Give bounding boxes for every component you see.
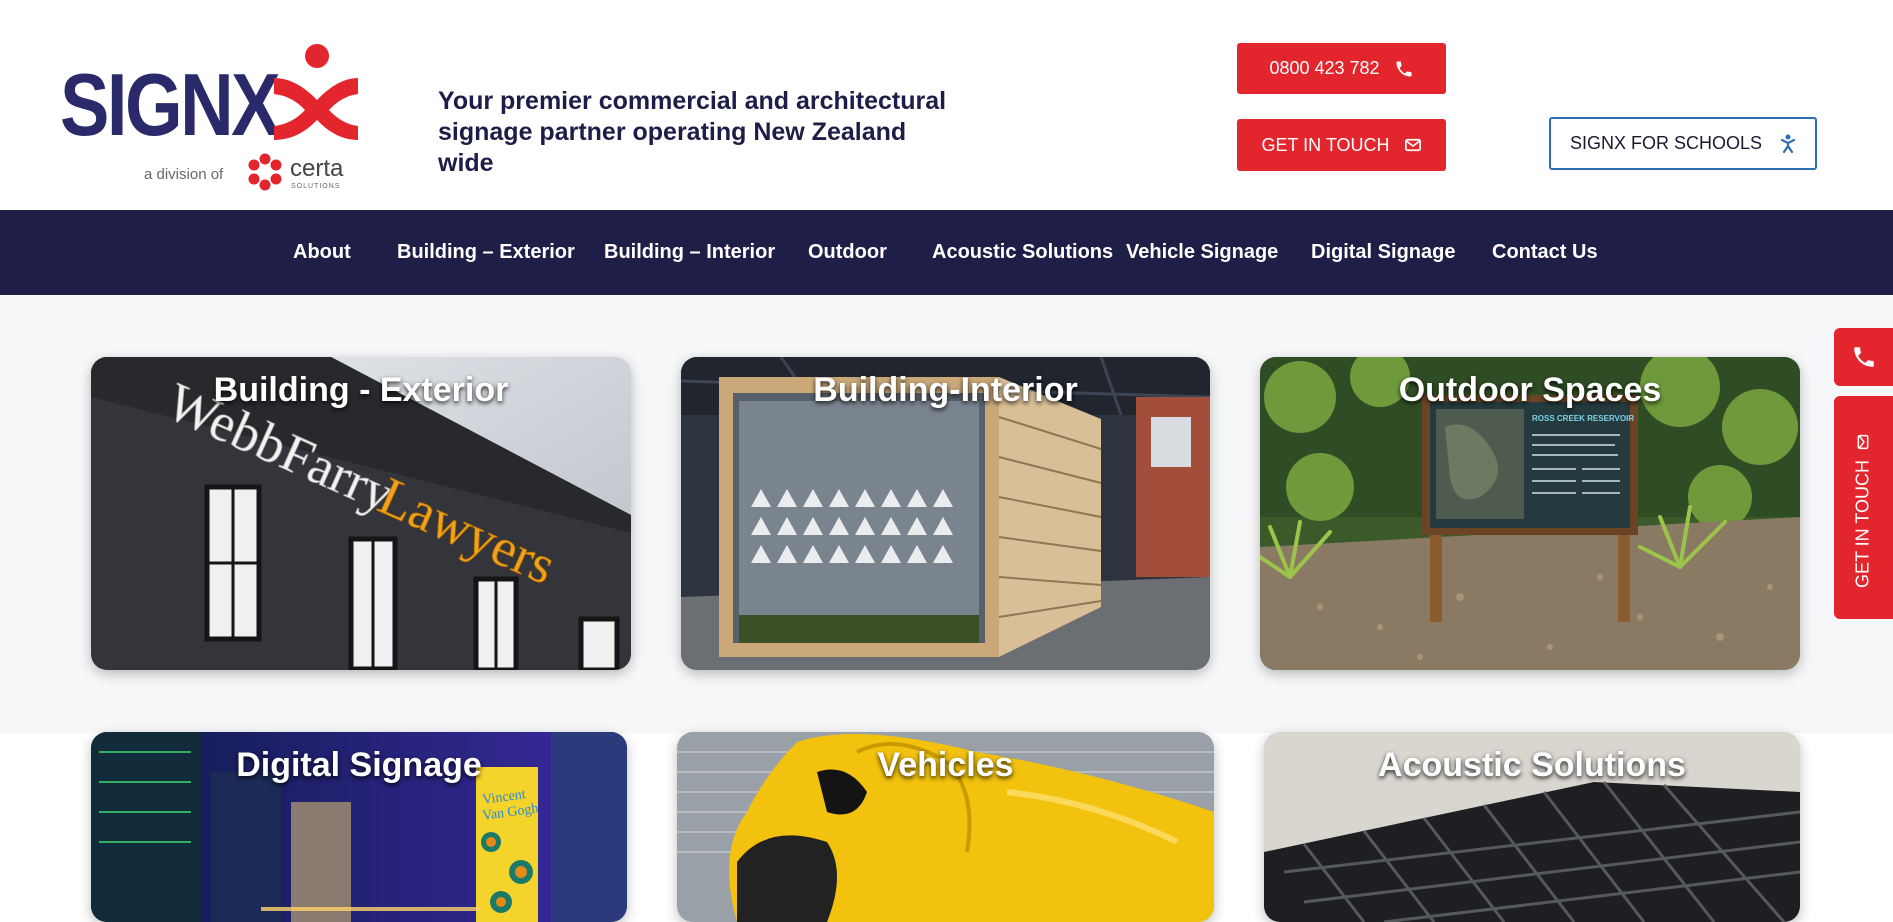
get-in-touch-button[interactable]: GET IN TOUCH — [1237, 119, 1446, 171]
nav-item-acoustic-solutions[interactable]: Acoustic Solutions — [932, 210, 1113, 295]
card-title-building-exterior: Building - Exterior — [213, 371, 509, 409]
logo-wordmark: SIGNX — [60, 55, 280, 154]
card-outdoor-spaces[interactable]: ROSS CREEK RESERVOIR Outdoor Spaces — [1260, 357, 1800, 670]
child-icon — [1780, 134, 1796, 153]
card-digital-signage[interactable]: Vincent Van Gogh Digital Signage — [91, 732, 627, 922]
side-phone-button[interactable] — [1834, 328, 1893, 386]
signx-logo[interactable]: SIGNX a division of certa SOLUTIONS — [60, 38, 360, 198]
division-text: a division of — [144, 166, 224, 183]
nav-item-about[interactable]: About — [293, 210, 351, 295]
card-building-exterior[interactable]: WebbFarry Lawyers Building - Exterior — [91, 357, 631, 670]
certa-flower-icon — [248, 153, 282, 191]
card-title-vehicles: Vehicles — [877, 746, 1014, 784]
nav-item-digital-signage[interactable]: Digital Signage — [1311, 210, 1455, 295]
schools-button-label: SIGNX FOR SCHOOLS — [1569, 133, 1763, 153]
tagline: Your premier commercial and architectura… — [438, 86, 958, 179]
nav-item-building-exterior[interactable]: Building – Exterior — [397, 210, 575, 295]
site-header: SIGNX a division of certa SOLUTIONS Your… — [0, 0, 1893, 210]
phone-icon — [1853, 347, 1874, 367]
card-acoustic-solutions[interactable]: Acoustic Solutions — [1264, 732, 1800, 922]
nav-item-vehicle-signage[interactable]: Vehicle Signage — [1126, 210, 1278, 295]
signx-for-schools-button[interactable]: SIGNX FOR SCHOOLS — [1549, 117, 1817, 170]
get-in-touch-label: GET IN TOUCH — [1261, 134, 1390, 155]
card-title-outdoor-spaces: Outdoor Spaces — [1398, 371, 1662, 409]
side-get-in-touch-button[interactable]: GET IN TOUCH — [1834, 396, 1893, 619]
envelope-icon — [1857, 434, 1869, 450]
card-title-building-interior: Building-Interior — [813, 371, 1078, 409]
certa-sub: SOLUTIONS — [291, 183, 340, 190]
card-building-interior[interactable]: Building-Interior — [681, 357, 1210, 670]
nav-item-building-interior[interactable]: Building – Interior — [604, 210, 775, 295]
side-get-in-touch-label: GET IN TOUCH — [1852, 459, 1873, 589]
nav-item-contact-us[interactable]: Contact Us — [1492, 210, 1598, 295]
tagline-line-2: signage partner operating New Zealand wi… — [438, 118, 907, 177]
card-vehicles[interactable]: Vehicles — [677, 732, 1214, 922]
card-title-digital-signage: Digital Signage — [236, 746, 482, 784]
phone-button[interactable]: 0800 423 782 — [1237, 43, 1446, 94]
card-title-acoustic-solutions: Acoustic Solutions — [1378, 746, 1686, 784]
main-nav: About Building – Exterior Building – Int… — [0, 210, 1893, 295]
phone-icon — [1396, 61, 1412, 76]
tagline-line-1: Your premier commercial and architectura… — [438, 87, 947, 115]
phone-button-label: 0800 423 782 — [1269, 58, 1380, 78]
signx-logo-graphic: SIGNX a division of certa SOLUTIONS — [60, 44, 358, 191]
board-title: ROSS CREEK RESERVOIR — [1532, 414, 1634, 423]
nav-item-outdoor[interactable]: Outdoor — [808, 210, 887, 295]
certa-wordmark: certa — [290, 155, 344, 182]
envelope-icon — [1404, 138, 1421, 152]
